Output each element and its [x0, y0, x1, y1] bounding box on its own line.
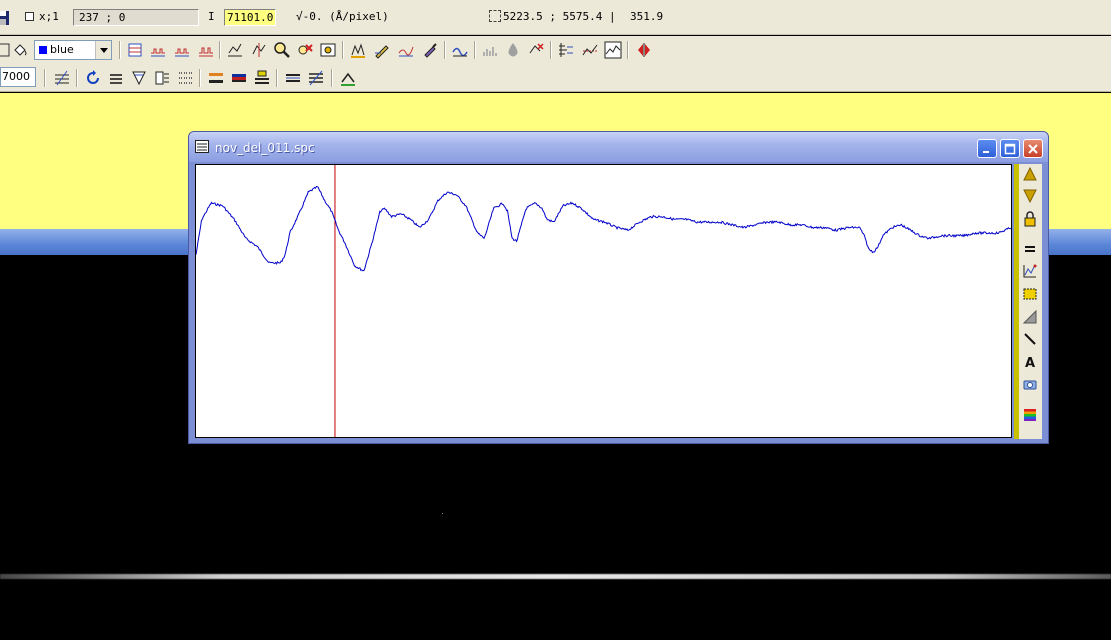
gradient-icon[interactable] [1021, 308, 1039, 326]
eraser-icon[interactable] [526, 40, 546, 60]
mode-checkbox[interactable] [25, 12, 34, 21]
select-region-icon[interactable] [1021, 285, 1039, 303]
intensity-readout: 71101.0 [224, 9, 276, 26]
row-sum-icon[interactable] [283, 68, 303, 88]
toolbar-divider [474, 41, 476, 59]
multi-spectrum-icon[interactable] [125, 40, 145, 60]
zoom-cancel-icon[interactable] [295, 40, 315, 60]
range-readout: 5223.5 ; 5575.4 | [489, 9, 616, 25]
dispersion-readout: √-0. (Å/pixel) [296, 9, 389, 25]
side-ribbon: A [1014, 164, 1042, 439]
scroll-up-icon[interactable] [1021, 166, 1039, 184]
toolbar-divider [550, 41, 552, 59]
baseline-icon[interactable] [580, 40, 600, 60]
spectrum-window[interactable]: nov_del_011.spc A [188, 131, 1049, 444]
toolbar-divider [119, 41, 121, 59]
toolbar-divider [199, 69, 201, 87]
window-title: nov_del_011.spc [215, 141, 315, 155]
spectrum-chart[interactable] [196, 165, 1011, 437]
chevron-down-icon[interactable] [95, 41, 111, 59]
toolbar-divider [627, 41, 629, 59]
range-width: 351.9 [630, 10, 664, 23]
svg-text:A: A [1025, 356, 1035, 370]
fit-curve-icon[interactable] [450, 40, 470, 60]
mode-label: x;1 [39, 10, 59, 23]
close-button[interactable] [1023, 139, 1043, 158]
zoom-all-icon[interactable] [249, 40, 269, 60]
toolbar-divider [276, 69, 278, 87]
toolbar-divider [331, 69, 333, 87]
spectrum-file-icon [195, 140, 209, 153]
text-tool-icon[interactable]: A [1021, 353, 1039, 371]
band-add-icon[interactable] [206, 68, 226, 88]
continuum-icon[interactable] [396, 40, 416, 60]
spectrum-view-icon[interactable] [603, 40, 623, 60]
spectrum-plot-icon[interactable] [1021, 262, 1039, 280]
maximize-button[interactable] [1000, 139, 1020, 158]
selection-rect-icon [489, 10, 501, 22]
color-swatch [39, 46, 47, 54]
toolbar-divider [342, 41, 344, 59]
scroll-down-icon[interactable] [1021, 186, 1039, 204]
band-color-icon[interactable] [229, 68, 249, 88]
sqrt-icon: √ [296, 10, 303, 23]
range-value: 5223.5 ; 5575.4 | [503, 10, 616, 23]
toolbar-divider [44, 69, 46, 87]
histogram-icon [480, 40, 500, 60]
spectrum-plot[interactable] [195, 164, 1012, 438]
toolbar-divider [76, 69, 78, 87]
toolbar-divider [219, 41, 221, 59]
profile-c-icon[interactable] [196, 40, 216, 60]
rainbow-palette-icon[interactable] [1021, 406, 1039, 424]
spectrum-line-0 [196, 185, 1011, 272]
paint-bucket-icon[interactable] [10, 40, 30, 60]
drop-icon [503, 40, 523, 60]
filter-icon[interactable] [129, 68, 149, 88]
color-select[interactable]: blue [34, 40, 112, 60]
intensity-label: I [208, 10, 215, 23]
band-highlight-icon[interactable] [252, 68, 272, 88]
refresh-icon[interactable] [83, 68, 103, 88]
mode-indicator[interactable]: x;1 [25, 9, 59, 25]
profile-b-icon[interactable] [172, 40, 192, 60]
maximize-icon [1004, 143, 1016, 154]
brush-icon[interactable] [420, 40, 440, 60]
image-speck [442, 513, 443, 514]
toolbar-main: blue [0, 36, 1111, 64]
row-strike-icon[interactable] [306, 68, 326, 88]
scale-icon[interactable] [556, 40, 576, 60]
toolbar-secondary: 7000 [0, 64, 1111, 92]
number-field[interactable]: 7000 [0, 67, 36, 87]
window-titlebar[interactable]: nov_del_011.spc [189, 132, 1048, 162]
camera-icon[interactable] [1021, 375, 1039, 393]
position-readout: 237 ; 0 [73, 9, 199, 26]
zoom-fit-icon[interactable] [225, 40, 245, 60]
mirror-icon[interactable] [634, 40, 654, 60]
equals-icon[interactable] [106, 68, 126, 88]
lock-icon[interactable] [1021, 210, 1039, 228]
pencil-edit-icon[interactable] [372, 40, 392, 60]
status-bar: x;1 237 ; 0 I 71101.0 √-0. (Å/pixel) 522… [0, 0, 1111, 35]
grid-icon[interactable] [175, 68, 195, 88]
calibrate-icon[interactable] [338, 68, 358, 88]
magnifier-icon[interactable] [272, 40, 292, 60]
stack-icon[interactable] [152, 68, 172, 88]
dispersion-value: -0. (Å/pixel) [302, 10, 389, 23]
equals-icon[interactable] [1021, 240, 1039, 258]
line-tool-icon[interactable] [1021, 330, 1039, 348]
close-icon [1028, 143, 1038, 154]
minimize-icon [983, 150, 989, 153]
image-compare-icon[interactable] [318, 40, 338, 60]
save-icon[interactable] [0, 8, 12, 28]
minimize-button[interactable] [977, 139, 997, 158]
spectrum-streak [0, 574, 1111, 579]
toolbar-divider [444, 41, 446, 59]
profile-a-icon[interactable] [148, 40, 168, 60]
line-identify-icon[interactable] [348, 40, 368, 60]
color-select-value: blue [50, 43, 74, 56]
strike-lines-icon[interactable] [52, 68, 72, 88]
